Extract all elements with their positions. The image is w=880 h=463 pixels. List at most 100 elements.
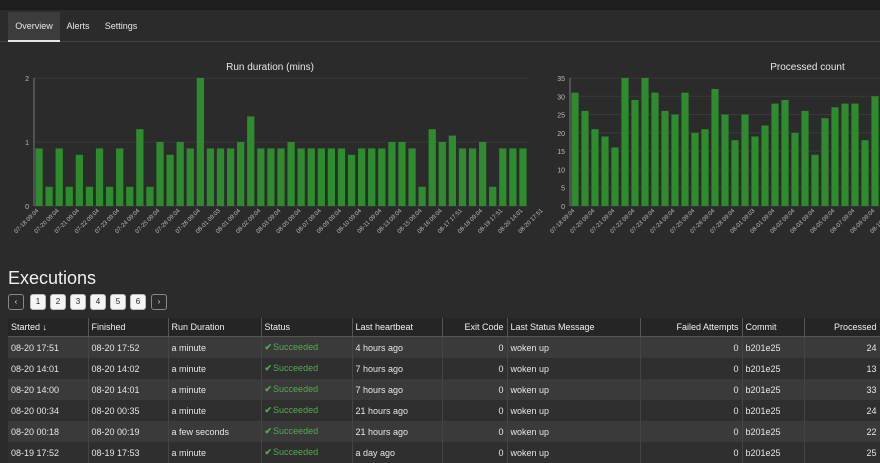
processed-count-bar[interactable] xyxy=(681,92,689,206)
column-header-last-heartbeat[interactable]: Last heartbeat xyxy=(352,318,443,337)
processed-count-y-tick-label: 10 xyxy=(557,167,565,174)
cell-exit-code: 0 xyxy=(442,358,508,379)
table-row[interactable]: 08-20 14:00 08-20 14:01 a minute ✔Succee… xyxy=(8,379,880,400)
status-text: Succeeded xyxy=(273,342,319,352)
processed-count-bar[interactable] xyxy=(591,129,599,206)
status-text: Succeeded xyxy=(273,363,319,373)
processed-count-bar[interactable] xyxy=(771,103,779,206)
processed-count-bar[interactable] xyxy=(671,114,679,206)
cell-status: ✔Succeeded xyxy=(261,358,353,379)
processed-count-bar[interactable] xyxy=(781,99,789,206)
cell-last-heartbeat: 7 hours ago xyxy=(352,379,443,400)
cell-exit-code: 0 xyxy=(442,421,508,442)
cell-finished: 08-20 00:35 xyxy=(88,400,169,421)
page-5-button[interactable]: 5 xyxy=(110,294,126,310)
processed-count-bar[interactable] xyxy=(851,103,859,206)
column-header-processed[interactable]: Processed xyxy=(804,318,880,337)
column-header-started[interactable]: Started ↓ xyxy=(8,318,89,337)
processed-count-bar[interactable] xyxy=(761,125,769,206)
cell-processed: 13 xyxy=(804,358,880,379)
page-4-button[interactable]: 4 xyxy=(90,294,106,310)
cell-last-heartbeat: 21 hours ago xyxy=(352,421,443,442)
processed-count-bar[interactable] xyxy=(691,132,699,206)
processed-count-bar[interactable] xyxy=(811,154,819,206)
processed-count-bar[interactable] xyxy=(651,92,659,206)
prev-page-button[interactable]: ‹ xyxy=(8,294,24,310)
column-header-finished[interactable]: Finished xyxy=(88,318,169,337)
cell-commit: b201e25 xyxy=(742,358,805,379)
processed-count-y-tick-label: 30 xyxy=(557,94,565,101)
processed-count-bar[interactable] xyxy=(611,147,619,206)
processed-count-bar[interactable] xyxy=(841,103,849,206)
column-header-commit[interactable]: Commit xyxy=(742,318,805,337)
processed-count-bar[interactable] xyxy=(641,78,649,206)
cell-last-status-message: woken up xyxy=(507,400,641,421)
page-2-button[interactable]: 2 xyxy=(50,294,66,310)
page-1-button[interactable]: 1 xyxy=(30,294,46,310)
page-3-button[interactable]: 3 xyxy=(70,294,86,310)
check-icon: ✔ xyxy=(264,363,273,373)
table-row[interactable]: 08-20 00:18 08-20 00:19 a few seconds ✔S… xyxy=(8,421,880,442)
cell-failed-attempts: 0 xyxy=(640,442,743,463)
table-row[interactable]: 08-19 17:52 08-19 17:53 a minute ✔Succee… xyxy=(8,442,880,463)
cell-processed: 24 xyxy=(804,336,880,358)
column-header-run-duration[interactable]: Run Duration xyxy=(168,318,262,337)
cell-status: ✔Succeeded xyxy=(261,400,353,421)
column-header-failed-attempts[interactable]: Failed Attempts xyxy=(640,318,743,337)
processed-count-bar[interactable] xyxy=(661,110,669,206)
cell-run-duration: a minute xyxy=(168,379,262,400)
column-header-last-status-message[interactable]: Last Status Message xyxy=(507,318,641,337)
cell-started: 08-20 14:01 xyxy=(8,358,89,379)
processed-count-bar[interactable] xyxy=(831,107,839,206)
column-header-status[interactable]: Status xyxy=(261,318,353,337)
cell-run-duration: a minute xyxy=(168,358,262,379)
processed-count-bar[interactable] xyxy=(711,88,719,206)
cell-last-status-message: woken up xyxy=(507,442,641,463)
column-header-exit-code[interactable]: Exit Code xyxy=(442,318,508,337)
processed-count-bar[interactable] xyxy=(571,92,579,206)
table-row[interactable]: 08-20 17:51 08-20 17:52 a minute ✔Succee… xyxy=(8,336,880,358)
processed-count-bar[interactable] xyxy=(631,99,639,206)
processed-count-bar[interactable] xyxy=(621,78,629,206)
processed-count-bar[interactable] xyxy=(731,140,739,206)
processed-count-bar[interactable] xyxy=(741,114,749,206)
cell-run-duration: a minute xyxy=(168,400,262,421)
cell-processed: 25 xyxy=(804,442,880,463)
cell-processed: 24 xyxy=(804,400,880,421)
processed-count-bar[interactable] xyxy=(721,114,729,206)
page-6-button[interactable]: 6 xyxy=(130,294,146,310)
next-page-button[interactable]: › xyxy=(151,294,167,310)
table-row[interactable]: 08-20 14:01 08-20 14:02 a minute ✔Succee… xyxy=(8,358,880,379)
processed-count-bar[interactable] xyxy=(581,110,589,206)
cell-commit: b201e25 xyxy=(742,442,805,463)
check-icon: ✔ xyxy=(264,342,273,352)
cell-last-heartbeat: a day ago xyxy=(352,442,443,463)
status-text: Succeeded xyxy=(273,426,319,436)
processed-count-chart: 0510152025303507-18 09:0407-20 09:0407-2… xyxy=(550,76,880,235)
processed-count-bar[interactable] xyxy=(801,110,809,206)
cell-failed-attempts: 0 xyxy=(640,358,743,379)
processed-count-bar[interactable] xyxy=(751,136,759,206)
processed-count-bar[interactable] xyxy=(791,132,799,206)
processed-count-bar[interactable] xyxy=(701,129,709,206)
processed-count-bar[interactable] xyxy=(601,136,609,206)
status-text: Succeeded xyxy=(273,405,319,415)
cell-status: ✔Succeeded xyxy=(261,421,353,442)
cell-started: 08-20 00:18 xyxy=(8,421,89,442)
cell-started: 08-20 17:51 xyxy=(8,336,89,358)
cell-commit: b201e25 xyxy=(742,336,805,358)
cell-last-status-message: woken up xyxy=(507,379,641,400)
table-header-row: Started ↓ Finished Run Duration Status L… xyxy=(8,318,880,337)
processed-count-bar[interactable] xyxy=(861,140,869,206)
cell-last-heartbeat: 21 hours ago xyxy=(352,400,443,421)
cell-failed-attempts: 0 xyxy=(640,336,743,358)
processed-count-y-tick-label: 35 xyxy=(557,76,565,83)
cell-processed: 33 xyxy=(804,379,880,400)
table-row[interactable]: 08-20 00:34 08-20 00:35 a minute ✔Succee… xyxy=(8,400,880,421)
cell-finished: 08-20 00:19 xyxy=(88,421,169,442)
processed-count-bar[interactable] xyxy=(871,96,879,206)
processed-count-bar[interactable] xyxy=(821,118,829,206)
executions-table: Started ↓ Finished Run Duration Status L… xyxy=(8,318,880,463)
cell-run-duration: a minute xyxy=(168,442,262,463)
processed-count-y-tick-label: 25 xyxy=(557,113,565,120)
